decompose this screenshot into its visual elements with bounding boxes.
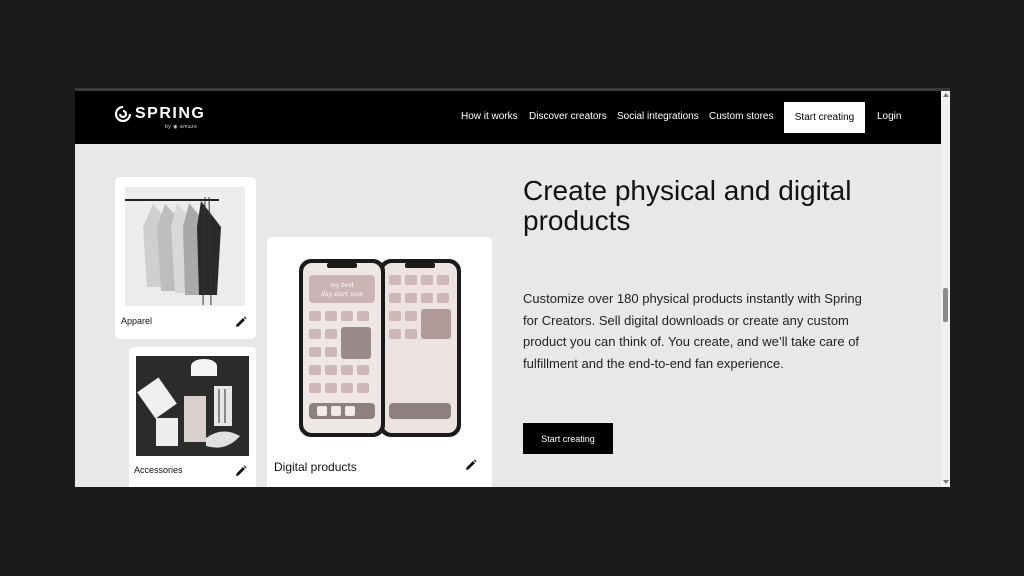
start-creating-nav-button[interactable]: Start creating <box>784 102 865 133</box>
start-creating-button[interactable]: Start creating <box>523 423 613 454</box>
svg-text:my best: my best <box>330 282 354 289</box>
svg-text:day start now: day start now <box>321 291 363 298</box>
scrollbar[interactable] <box>941 91 950 487</box>
accessories-card[interactable]: Accessories <box>129 347 256 487</box>
pencil-icon[interactable] <box>235 316 247 328</box>
spring-logo-icon <box>115 106 131 122</box>
accessories-photo <box>136 356 249 456</box>
nav-discover-creators[interactable]: Discover creators <box>529 111 607 122</box>
pencil-icon[interactable] <box>235 465 247 477</box>
scroll-down-icon[interactable] <box>943 480 949 484</box>
browser-viewport: SPRING by ◉ amaze How it works Discover … <box>75 88 950 487</box>
login-link[interactable]: Login <box>877 111 901 122</box>
accessories-label: Accessories <box>134 465 183 475</box>
digital-products-label: Digital products <box>274 460 357 474</box>
apparel-label: Apparel <box>121 316 153 326</box>
hero-title: Create physical and digital products <box>523 175 852 236</box>
navbar: SPRING by ◉ amaze How it works Discover … <box>75 91 941 144</box>
nav-custom-stores[interactable]: Custom stores <box>709 111 773 122</box>
scrollbar-thumb[interactable] <box>943 288 948 322</box>
nav-how-it-works[interactable]: How it works <box>461 111 518 122</box>
brand-by: by ◉ amaze <box>165 124 198 130</box>
scroll-up-icon[interactable] <box>943 93 949 97</box>
brand-name: SPRING <box>135 105 206 122</box>
logo[interactable]: SPRING by ◉ amaze <box>115 104 205 134</box>
pencil-icon[interactable] <box>465 459 477 471</box>
phones-illustration: my best day start now <box>297 257 467 439</box>
hero-body: Customize over 180 physical products ins… <box>523 291 862 371</box>
digital-products-card[interactable]: my best day start now Digital products <box>267 237 492 487</box>
apparel-photo <box>125 187 245 306</box>
apparel-card[interactable]: Apparel <box>115 177 256 339</box>
nav-social-integrations[interactable]: Social integrations <box>617 111 699 122</box>
